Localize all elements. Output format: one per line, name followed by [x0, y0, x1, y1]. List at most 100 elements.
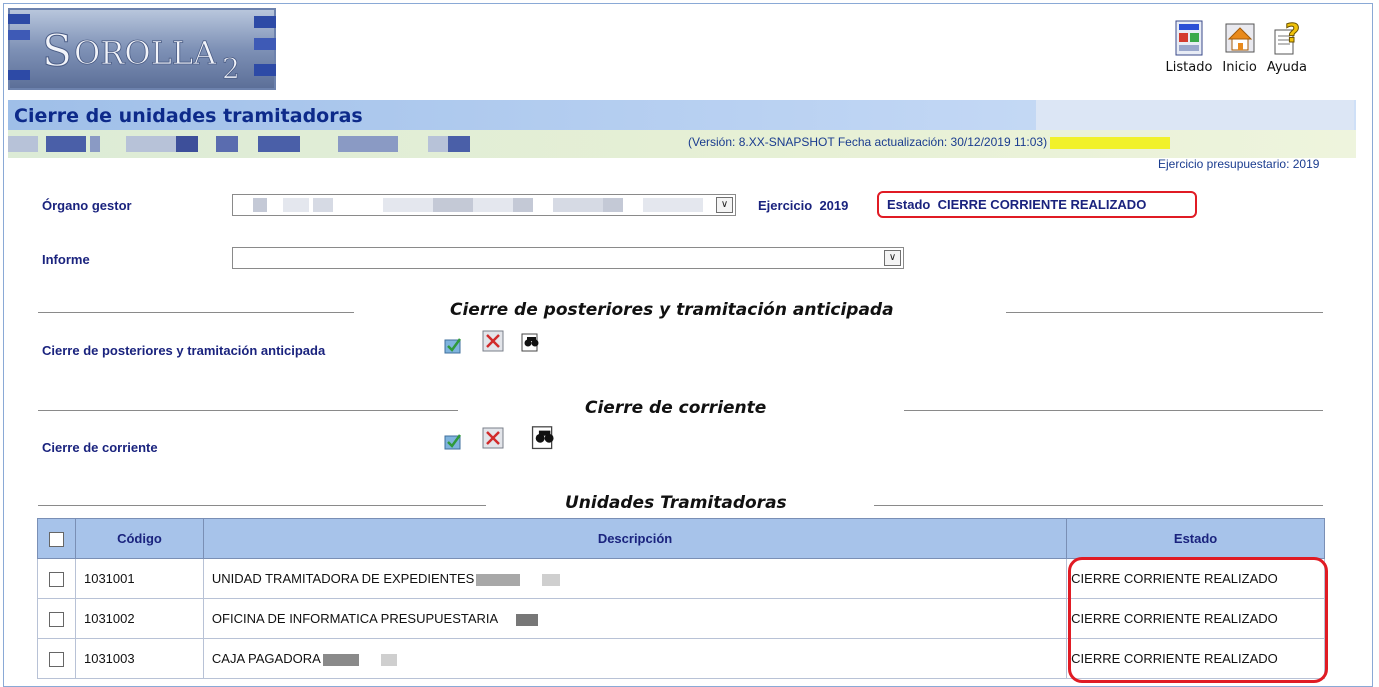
redacted-block: [90, 136, 100, 152]
redacted-block: [513, 198, 533, 212]
ejercicio-value: 2019: [819, 198, 849, 213]
listado-label: Listado: [1165, 60, 1213, 75]
section-corriente: Cierre de corriente: [38, 398, 1323, 422]
redacted-block: [126, 136, 176, 152]
redacted-block: [433, 198, 473, 212]
redacted-block: [253, 198, 267, 212]
row-checkbox[interactable]: [49, 651, 64, 667]
select-all-checkbox[interactable]: [48, 531, 64, 547]
estado-cell: CIERRE CORRIENTE REALIZADO: [1066, 558, 1325, 599]
search-corriente-icon[interactable]: [530, 423, 558, 451]
section-unidades: Unidades Tramitadoras: [38, 493, 1323, 517]
redacted-block: [283, 198, 309, 212]
codigo-cell: 1031001: [74, 558, 204, 599]
organo-gestor-select[interactable]: ∨: [232, 194, 736, 216]
posteriores-label: Cierre de posteriores y tramitación anti…: [42, 343, 326, 358]
table-row[interactable]: 1031002 OFICINA DE INFORMATICA PRESUPUES…: [37, 598, 1325, 639]
redacted-block: [428, 136, 448, 152]
search-posteriores-icon[interactable]: [520, 331, 542, 353]
divider: [38, 312, 354, 313]
redacted-block: [313, 198, 333, 212]
divider: [38, 410, 458, 411]
sorolla-logo: S OROLLA 2: [8, 8, 276, 90]
ejercicio-label: Ejercicio: [758, 198, 813, 213]
codigo-header[interactable]: Código: [74, 518, 204, 559]
section-unidades-title: Unidades Tramitadoras: [565, 493, 787, 513]
descripcion-header[interactable]: Descripción: [202, 518, 1068, 559]
help-icon: ?: [1274, 20, 1301, 55]
home-icon: [1225, 23, 1255, 53]
divider: [874, 505, 1323, 506]
estado-cell: CIERRE CORRIENTE REALIZADO: [1066, 638, 1325, 679]
descripcion-cell: UNIDAD TRAMITADORA DE EXPEDIENTES: [202, 558, 1068, 599]
redacted-block: [476, 573, 521, 586]
validate-corriente-icon[interactable]: [442, 430, 464, 452]
redacted-block: [516, 613, 539, 626]
row-select-cell: [37, 598, 76, 639]
section-posteriores: Cierre de posteriores y tramitación anti…: [38, 300, 1323, 324]
divider: [38, 505, 486, 506]
cancel-corriente-icon[interactable]: [482, 427, 504, 449]
estado-status: Estado CIERRE CORRIENTE REALIZADO: [877, 191, 1197, 218]
svg-text:2: 2: [222, 52, 240, 85]
descripcion-text: UNIDAD TRAMITADORA DE EXPEDIENTES: [211, 571, 475, 586]
info-bar: (Versión: 8.XX-SNAPSHOT Fecha actualizac…: [8, 130, 1356, 158]
section-posteriores-title: Cierre de posteriores y tramitación anti…: [450, 300, 894, 320]
inicio-label: Inicio: [1222, 60, 1257, 75]
ejercicio-presupuestario: Ejercicio presupuestario: 2019: [1158, 157, 1320, 171]
listado-button[interactable]: Listado: [1165, 20, 1213, 75]
estado-label: Estado: [887, 197, 931, 212]
inicio-button[interactable]: Inicio: [1222, 20, 1257, 75]
table-row[interactable]: 1031003 CAJA PAGADORA CIERRE CORRIENTE R…: [37, 638, 1325, 679]
table-header-row: Código Descripción Estado: [37, 518, 1325, 559]
row-checkbox[interactable]: [49, 571, 64, 587]
redacted-block: [383, 198, 433, 212]
svg-text:S: S: [42, 26, 72, 77]
row-select-cell: [37, 638, 76, 679]
corriente-label: Cierre de corriente: [42, 440, 158, 455]
estado-cell: CIERRE CORRIENTE REALIZADO: [1066, 598, 1325, 639]
redacted-block: [542, 573, 561, 586]
redacted-block: [46, 136, 86, 152]
redacted-block: [643, 198, 703, 212]
title-bar: Cierre de unidades tramitadoras: [8, 100, 1356, 130]
ejercicio-field: Ejercicio 2019: [758, 198, 848, 213]
redacted-block: [176, 136, 198, 152]
descripcion-cell: CAJA PAGADORA: [202, 638, 1068, 679]
ayuda-button[interactable]: ? Ayuda: [1267, 20, 1307, 75]
informe-select[interactable]: ∨: [232, 247, 904, 269]
chevron-down-icon[interactable]: ∨: [716, 197, 733, 213]
organo-gestor-label: Órgano gestor: [42, 198, 132, 213]
validate-posteriores-icon[interactable]: [442, 334, 464, 356]
svg-text:OROLLA: OROLLA: [74, 34, 217, 72]
table-row[interactable]: 1031001 UNIDAD TRAMITADORA DE EXPEDIENTE…: [37, 558, 1325, 599]
report-icon: [1175, 20, 1203, 56]
svg-text:?: ?: [1285, 20, 1300, 49]
redacted-block: [448, 136, 470, 152]
descripcion-text: OFICINA DE INFORMATICA PRESUPUESTARIA: [211, 611, 499, 626]
redacted-block: [216, 136, 238, 152]
redacted-block: [1036, 100, 1354, 130]
version-info: (Versión: 8.XX-SNAPSHOT Fecha actualizac…: [688, 135, 1171, 149]
codigo-cell: 1031003: [74, 638, 204, 679]
redacted-block: [603, 198, 623, 212]
select-all-cell: [37, 518, 76, 559]
codigo-cell: 1031002: [74, 598, 204, 639]
redacted-user: [1050, 136, 1171, 149]
section-corriente-title: Cierre de corriente: [585, 398, 767, 418]
top-navigation: Listado Inicio ? Ayuda: [1166, 20, 1307, 75]
estado-value: CIERRE CORRIENTE REALIZADO: [937, 197, 1147, 212]
page-title: Cierre de unidades tramitadoras: [14, 105, 363, 127]
redacted-block: [322, 653, 359, 666]
version-text: (Versión: 8.XX-SNAPSHOT Fecha actualizac…: [688, 135, 1048, 149]
divider: [904, 410, 1323, 411]
row-select-cell: [37, 558, 76, 599]
divider: [1006, 312, 1323, 313]
estado-header[interactable]: Estado: [1066, 518, 1325, 559]
cancel-posteriores-icon[interactable]: [482, 330, 504, 352]
unidades-table: Código Descripción Estado 1031001 UNIDAD…: [37, 518, 1325, 679]
row-checkbox[interactable]: [49, 611, 64, 627]
redacted-block: [553, 198, 603, 212]
chevron-down-icon[interactable]: ∨: [884, 250, 901, 266]
redacted-block: [8, 136, 38, 152]
